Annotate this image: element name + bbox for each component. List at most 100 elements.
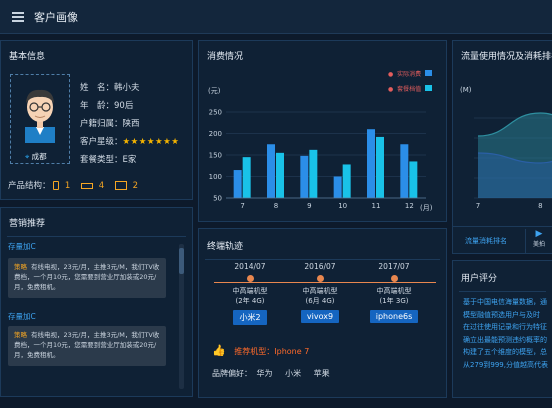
brand-item: 小米 — [285, 369, 302, 378]
bar-plan — [276, 152, 284, 198]
tv-count: 2 — [132, 181, 138, 191]
recommend-row: 👍 推荐机型：Iphone 7 — [212, 344, 309, 357]
phone-model-chip: 小米2 — [233, 310, 267, 325]
brand-row: 品牌偏好： 华为 小米 苹果 — [212, 368, 330, 379]
score-line: 构建了五个维度的模型，总 — [463, 348, 547, 356]
score-description: 基于中国电信海量数据，通 模型融值预选用户与及时 在过往使用记录和行为特征 确立… — [463, 296, 548, 371]
star-label: 客户星级： — [80, 137, 123, 147]
product-row: 产品结构： 1 4 2 — [8, 179, 138, 191]
y-unit-label: (元) — [208, 87, 221, 95]
marketing-card-1[interactable]: 策略 有线电视，23元/月，主推3元/M，我们TV收费档，一个月10元，您需要到营… — [8, 258, 166, 298]
star-rating: ★★★★★★★ — [122, 137, 180, 147]
name-row: 姓 名：韩小夫 — [80, 81, 140, 93]
strategy-tag: 策略 — [14, 263, 27, 271]
y-tick-label: 100 — [209, 173, 222, 181]
x-tick-label: 9 — [307, 202, 311, 210]
person-avatar-icon — [25, 89, 55, 143]
x-tick-label: 10 — [338, 202, 347, 210]
score-line: 在过往使用记录和行为特征 — [463, 323, 547, 331]
bar-actual — [400, 144, 409, 198]
timeline-desc-detail: (1年 3G) — [379, 297, 409, 305]
page-title: 客户画像 — [34, 10, 78, 24]
star-row: 客户星级：★★★★★★★ — [80, 135, 179, 147]
marketing-title: 营销推荐 — [9, 219, 46, 229]
timeline-dot — [246, 275, 254, 282]
bar-actual — [333, 176, 342, 198]
x-tick-label: 12 — [405, 202, 414, 210]
marketing-card-2[interactable]: 策略 有线电视，23元/月，主推3元/M，我们TV收费档，一个月10元，您需要到营… — [8, 326, 166, 366]
bar-actual — [300, 155, 309, 198]
basic-info-title: 基本信息 — [9, 52, 46, 62]
bar-plan — [376, 136, 384, 198]
y-tick-label: 250 — [209, 109, 222, 117]
age-label: 年 龄： — [80, 101, 115, 111]
timeline-node[interactable]: 2017/07 中高端机型 (1年 3G) iphone6s — [354, 262, 434, 323]
origin-label: 户籍归属： — [80, 119, 123, 129]
brand-item: 华为 — [256, 369, 273, 378]
marketing-scrollbar[interactable] — [179, 244, 184, 389]
marketing-heading-2: 存量加C — [8, 312, 36, 321]
timeline-date: 2017/07 — [378, 262, 410, 271]
bar-plan — [342, 164, 351, 198]
timeline-date: 2016/07 — [304, 262, 336, 271]
bar-actual — [233, 170, 242, 198]
x-tick-label: 8 — [538, 202, 542, 210]
phone-model-chip: vivox9 — [300, 310, 340, 323]
strategy-tag: 策略 — [14, 331, 27, 339]
origin-row: 户籍归属：陕西 — [80, 117, 140, 129]
name-label: 姓 名： — [80, 83, 115, 93]
score-title: 用户评分 — [461, 274, 498, 284]
recommend-label: 推荐机型： — [234, 347, 275, 356]
phone-icon — [53, 181, 60, 190]
consumption-bar-chart: (元) (月) 50 100 150 200 250 7 8 9 10 11 12 — [208, 87, 433, 212]
location-city: 成都 — [31, 152, 47, 161]
timeline-node[interactable]: 2016/07 中高端机型 (6月 4G) vivox9 — [280, 262, 360, 323]
x-tick-label: 11 — [372, 202, 381, 210]
video-camera-icon: ▶ — [535, 229, 543, 239]
product-label: 产品结构： — [8, 181, 51, 191]
score-line: 基于中国电信海量数据，通 — [463, 298, 547, 306]
origin-value: 陕西 — [122, 119, 140, 129]
location-pin-icon: ⌖ — [25, 152, 30, 161]
bar-plan — [409, 161, 418, 198]
timeline-desc: 中高端机型 — [376, 287, 412, 295]
timeline-dot — [316, 275, 324, 282]
flow-unit-label: (M) — [460, 86, 472, 94]
name-value: 韩小夫 — [114, 83, 140, 93]
flow-area-chart: (M) 7 8 — [460, 86, 552, 210]
y-tick-label: 200 — [209, 130, 222, 138]
flow-tab-bar: 流量消耗排名 ▶ 美拍 — [453, 226, 552, 253]
score-line: 从279到999,分值越高代表 — [463, 360, 548, 369]
tab-video-label: 美拍 — [532, 241, 545, 248]
brand-item: 苹果 — [313, 369, 330, 378]
brand-label: 品牌偏好： — [212, 369, 252, 378]
location: ⌖ 成都 — [25, 151, 47, 162]
bar-actual — [367, 129, 375, 198]
timeline-node[interactable]: 2014/07 中高端机型 (2年 4G) 小米2 — [210, 262, 290, 325]
terminal-title: 终端轨迹 — [207, 242, 244, 252]
x-tick-label: 8 — [274, 202, 278, 210]
phone-model-chip: iphone6s — [369, 310, 419, 323]
timeline-desc: 中高端机型 — [302, 287, 338, 295]
strategy-text: 有线电视，23元/月，主推3元/M，我们TV收费档，一个月10元，您需要到营业厅… — [14, 331, 160, 359]
top-bar: 客户画像 — [0, 0, 552, 34]
scrollbar-thumb[interactable] — [179, 248, 184, 274]
x-unit-label: (月) — [420, 204, 433, 212]
broadband-icon — [81, 182, 94, 189]
y-tick-label: 50 — [213, 195, 222, 203]
age-row: 年 龄：90后 — [80, 99, 133, 111]
timeline-date: 2014/07 — [234, 262, 266, 271]
bar-actual — [267, 144, 275, 198]
avatar: ⌖ 成都 — [10, 74, 70, 164]
marketing-heading-1: 存量加C — [8, 242, 36, 251]
tab-flow-rank[interactable]: 流量消耗排名 — [465, 236, 507, 246]
score-line: 模型融值预选用户与及时 — [463, 310, 540, 319]
thumbs-up-icon: 👍 — [212, 344, 226, 357]
tab-video[interactable]: ▶ 美拍 — [525, 229, 552, 253]
x-tick-label: 7 — [476, 202, 480, 210]
menu-icon[interactable] — [12, 11, 24, 22]
strategy-text: 有线电视，23元/月，主推3元/M，我们TV收费档，一个月10元，您需要到营业厅… — [14, 263, 160, 291]
plan-label: 套餐类型： — [80, 155, 123, 165]
timeline-desc: 中高端机型 — [232, 287, 268, 295]
bar-plan — [242, 157, 251, 198]
